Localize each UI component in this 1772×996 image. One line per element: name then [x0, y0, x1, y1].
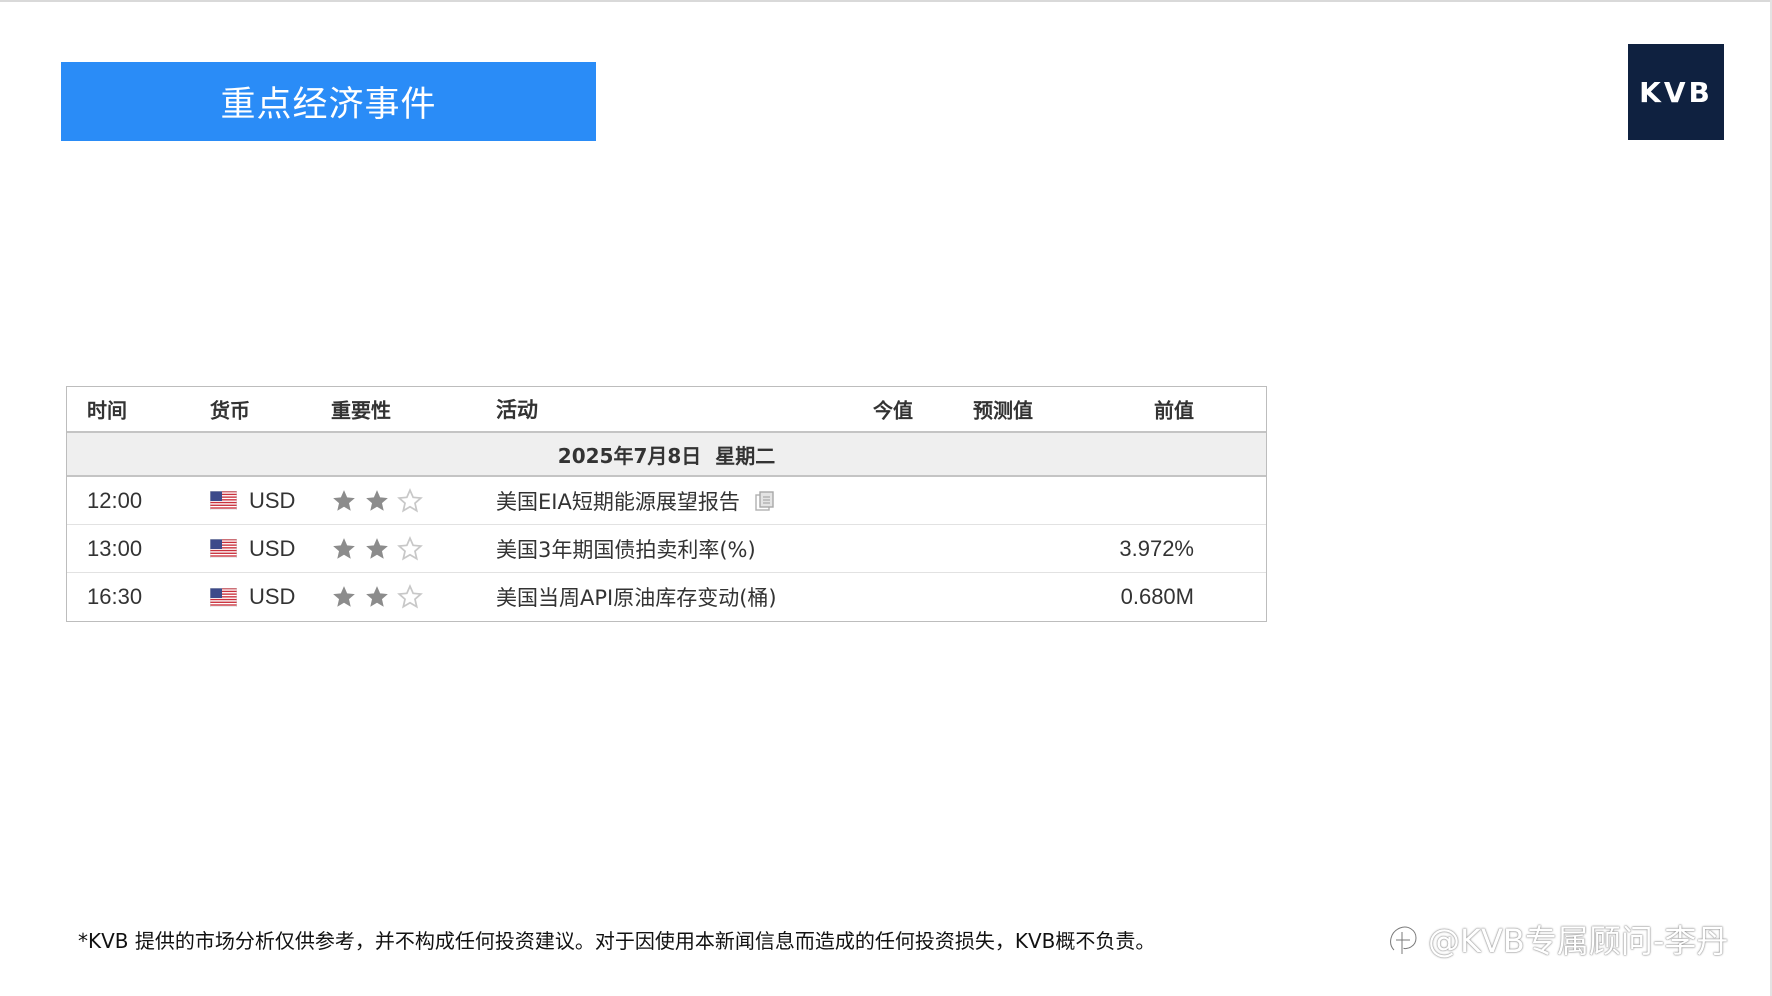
- header-actual: 今值: [873, 398, 913, 423]
- star-filled-icon: [333, 489, 355, 511]
- event-currency: USD: [210, 488, 295, 514]
- star-filled-icon: [333, 537, 355, 559]
- activity-name[interactable]: 美国3年期国债拍卖利率(%): [496, 534, 756, 564]
- header-previous: 前值: [1154, 398, 1194, 423]
- us-flag-icon: [210, 587, 237, 607]
- economic-calendar-table: 时间 货币 重要性 活动 今值 预测值 前值 2025年7月8日 星期二 12:…: [66, 386, 1267, 622]
- calendar-date-row: 2025年7月8日 星期二: [67, 433, 1266, 477]
- event-time: 16:30: [87, 584, 143, 609]
- star-filled-icon: [366, 489, 388, 511]
- calendar-row: 12:00 USD 美国EIA短期能源展望报告: [67, 477, 1266, 525]
- event-currency: USD: [210, 536, 295, 562]
- star-empty-icon: [397, 535, 423, 561]
- event-activity: 美国3年期国债拍卖利率(%): [496, 534, 756, 564]
- header-currency: 货币: [210, 398, 250, 423]
- us-flag-icon: [210, 491, 237, 510]
- calendar-row: 16:30 USD 美国当周API原油库存变动(桶) 0.680M: [67, 573, 1266, 621]
- star-filled-icon: [333, 586, 355, 607]
- calendar-row: 13:00 USD 美国3年期国债拍卖利率(%) 3.972%: [67, 525, 1266, 573]
- star-filled-icon: [366, 586, 388, 607]
- us-flag-icon: [210, 539, 237, 558]
- header-activity: 活动: [496, 398, 538, 422]
- watermark-text: @KVB专属顾问-李丹: [1428, 922, 1729, 960]
- event-previous: 3.972%: [1119, 535, 1194, 561]
- header-importance: 重要性: [331, 398, 391, 423]
- document-icon[interactable]: [754, 490, 776, 512]
- currency-code: USD: [249, 535, 296, 561]
- event-time: 13:00: [87, 535, 143, 561]
- title-banner: 重点经济事件: [61, 62, 596, 141]
- kvb-logo: KVB: [1628, 44, 1724, 140]
- watermark: @KVB专属顾问-李丹: [1386, 916, 1728, 962]
- kvb-logo-text: KVB: [1639, 75, 1713, 109]
- title-banner-text: 重点经济事件: [220, 85, 437, 125]
- importance-stars: [331, 487, 430, 514]
- header-forecast: 预测值: [973, 398, 1033, 423]
- slide-page: 重点经济事件 KVB 时间 货币 重要性 活动 今值 预测值 前值 2025年7…: [0, 0, 1772, 996]
- star-empty-icon: [397, 487, 423, 513]
- event-time: 12:00: [87, 487, 143, 513]
- activity-name[interactable]: 美国当周API原油库存变动(桶): [496, 582, 777, 612]
- event-previous: 0.680M: [1120, 584, 1194, 609]
- disclaimer-text: *KVB 提供的市场分析仅供参考，并不构成任何投资建议。对于因使用本新闻信息而造…: [78, 929, 1156, 953]
- currency-code: USD: [249, 584, 296, 609]
- activity-name[interactable]: 美国EIA短期能源展望报告: [496, 486, 740, 516]
- calendar-header-row: 时间 货币 重要性 活动 今值 预测值 前值: [67, 387, 1266, 433]
- importance-stars: [331, 535, 430, 562]
- importance-stars: [331, 584, 430, 610]
- currency-code: USD: [249, 487, 296, 513]
- top-border: [0, 0, 1772, 2]
- event-currency: USD: [210, 584, 295, 610]
- star-filled-icon: [366, 537, 388, 559]
- date-label: 2025年7月8日 星期二: [557, 443, 776, 468]
- event-activity: 美国EIA短期能源展望报告: [496, 486, 776, 516]
- star-empty-icon: [397, 584, 423, 609]
- header-time: 时间: [87, 398, 127, 423]
- zhihu-logo-icon: [1389, 925, 1418, 954]
- event-activity: 美国当周API原油库存变动(桶): [496, 582, 777, 612]
- calendar-rows: 12:00 USD 美国EIA短期能源展望报告 13:00 USD 美国3年期国债拍卖利率…: [67, 477, 1266, 621]
